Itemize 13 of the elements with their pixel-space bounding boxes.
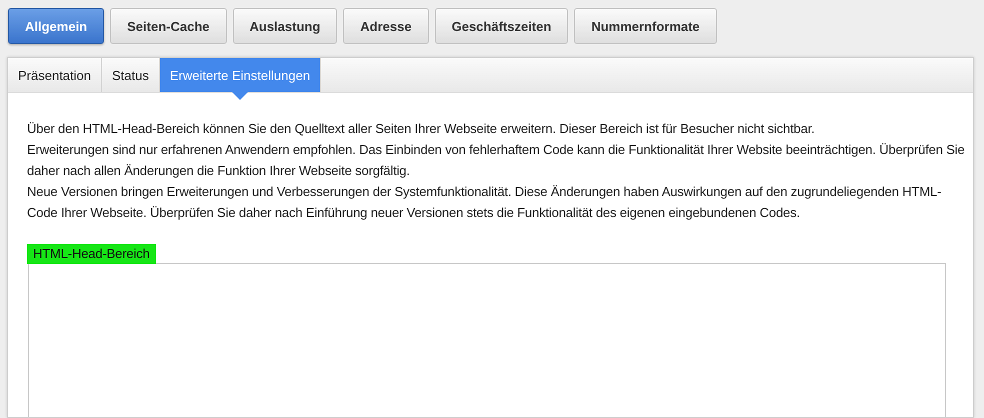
section-tab[interactable]: Nummernformate	[574, 8, 717, 44]
field-label: HTML-Head-Bereich	[27, 244, 156, 264]
section-tab[interactable]: Geschäftszeiten	[434, 8, 568, 44]
sub-tab[interactable]: Präsentation	[8, 58, 102, 92]
section-tab[interactable]: Seiten-Cache	[110, 8, 226, 44]
description-text: Erweiterungen sind nur erfahrenen Anwendern empfohlen. Das Einbinden von fehlerhaftem Code kann die Funktionalität Ihrer Website beeinträchtigen. Überprüfen Sie daher nach allen Änderungen die Funktion Ihrer Webseite sorgfältig.	[27, 141, 965, 180]
html-head-field[interactable]	[28, 263, 946, 417]
section-tab[interactable]: Adresse	[343, 8, 429, 44]
pointer-icon	[232, 92, 248, 100]
section-tab[interactable]: Auslastung	[232, 8, 338, 44]
section-tab[interactable]: Allgemein	[8, 8, 104, 44]
description-text: Neue Versionen bringen Erweiterungen und Verbesserungen der Systemfunktionalität. Diese Änderungen haben Auswirkungen auf den zugrundeliegenden HTML-Code Ihrer Webseite. Überprüfen Sie daher nach Einführung neuer Versionen stets die Funktionalität des eigenen eingebundenen Codes.	[27, 183, 942, 222]
description-text: Über den HTML-Head-Bereich können Sie den Quelltext aller Seiten Ihrer Webseite erweitern. Dieser Bereich ist für Besucher nicht sichtbar.	[27, 120, 816, 138]
